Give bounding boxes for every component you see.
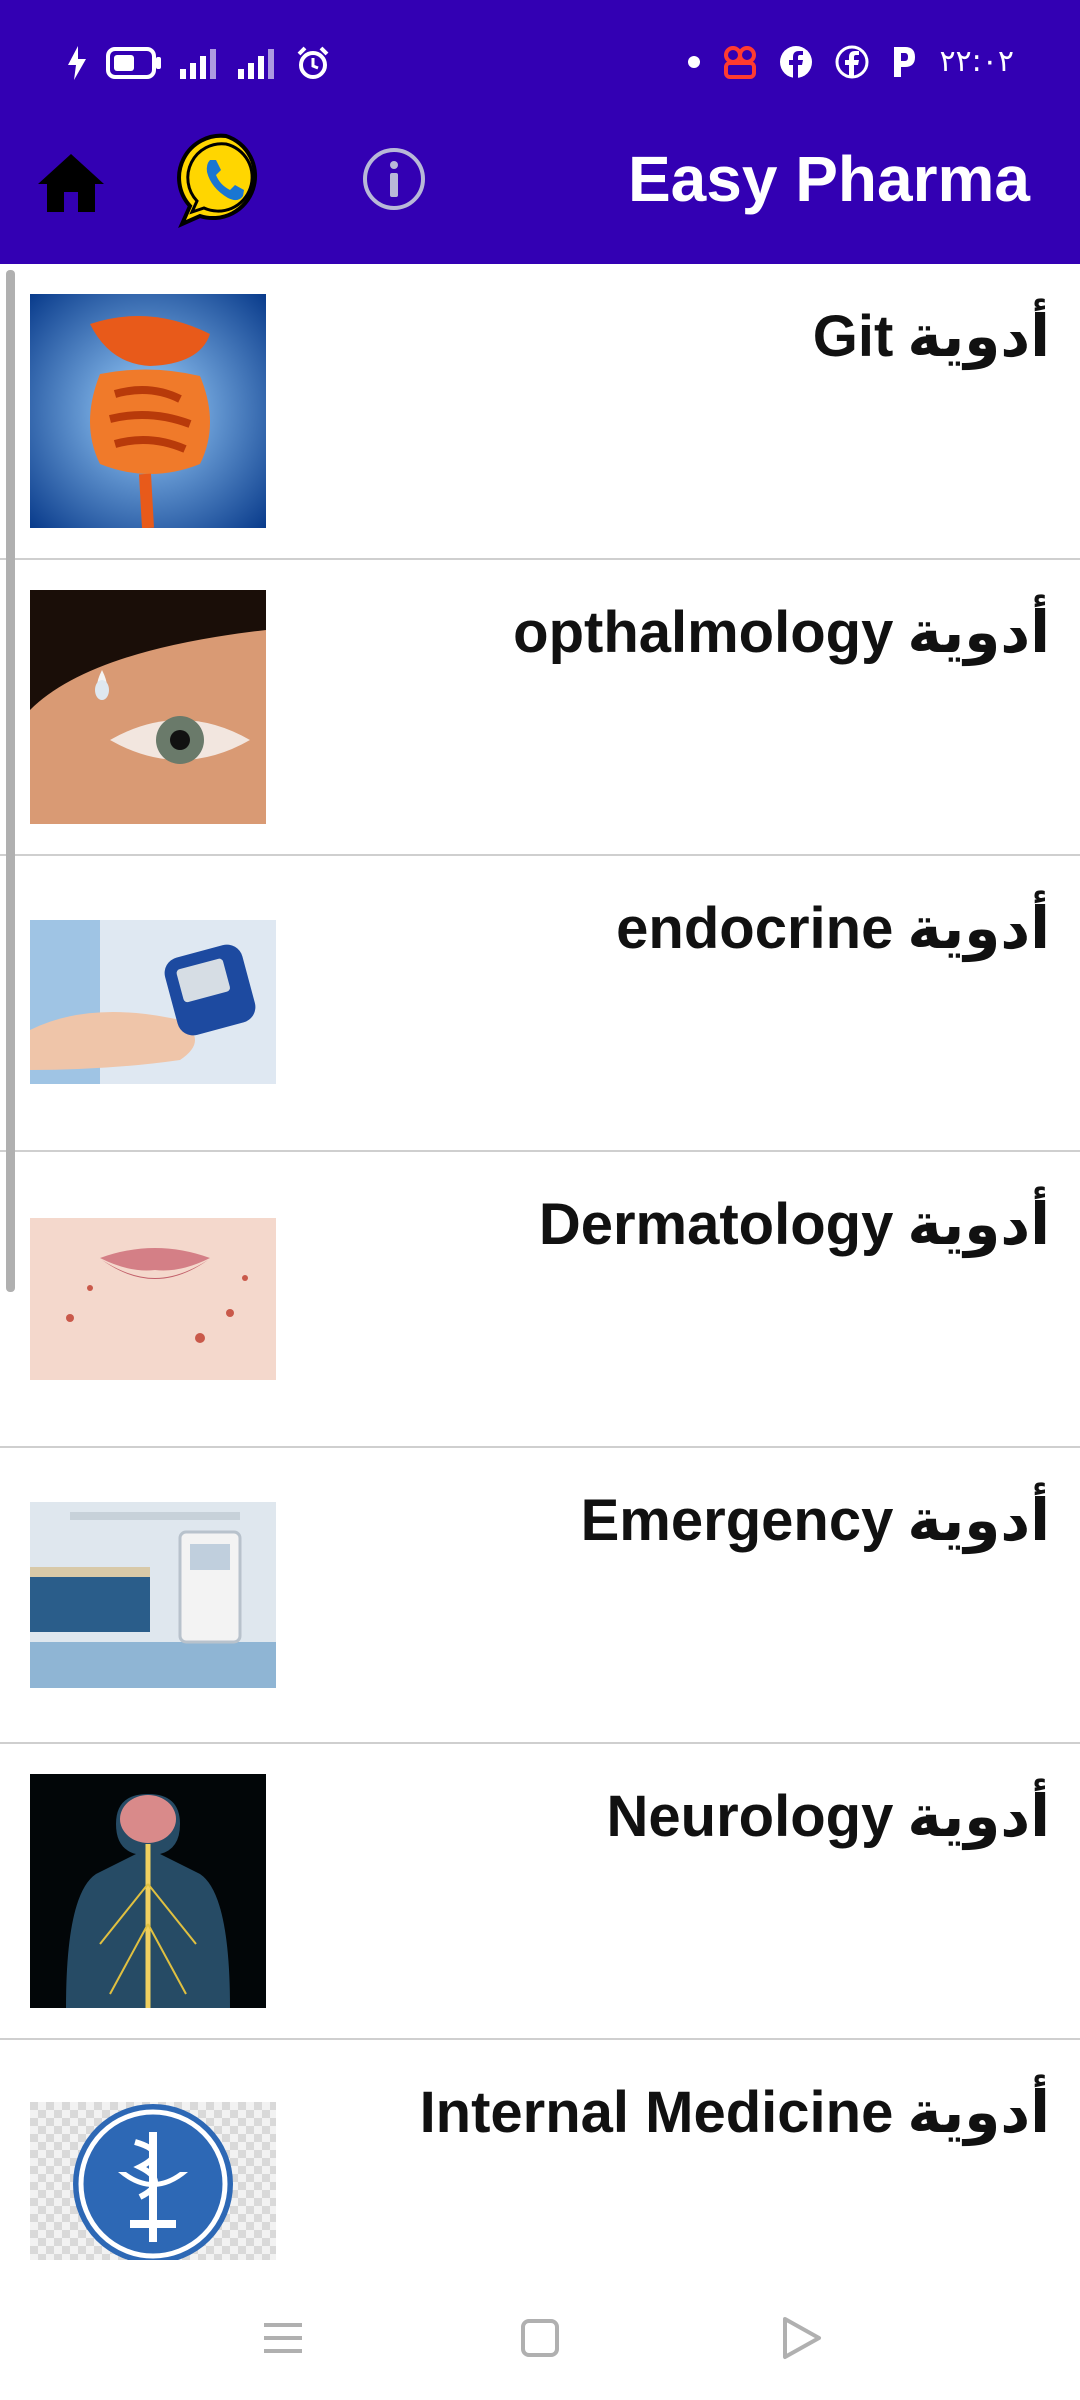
app-notification-icon bbox=[724, 45, 757, 79]
status-time: ٢٢:٠٢ bbox=[939, 44, 1014, 79]
category-row-opthalmology[interactable]: opthalmology أدوية bbox=[0, 560, 1080, 856]
whatsapp-icon[interactable] bbox=[176, 130, 276, 230]
parking-app-icon bbox=[894, 46, 916, 77]
status-bar: ٢٢:٠٢ bbox=[0, 0, 1080, 120]
eye-drop-image bbox=[30, 590, 266, 824]
signal-icon bbox=[180, 49, 216, 79]
scrollbar[interactable] bbox=[6, 270, 15, 1292]
category-row-emergency[interactable]: Emergency أدوية bbox=[0, 1448, 1080, 1744]
category-thumbnail bbox=[30, 2102, 276, 2260]
facebook-icon bbox=[835, 45, 869, 78]
category-thumbnail bbox=[30, 1502, 276, 1688]
category-row-internal-medicine[interactable]: Internal Medicine أدوية bbox=[0, 2040, 1080, 2269]
category-label: Internal Medicine أدوية bbox=[419, 2078, 1050, 2146]
category-thumbnail bbox=[30, 1218, 276, 1380]
system-nav-bar bbox=[0, 2269, 1080, 2400]
intestine-image bbox=[30, 294, 266, 528]
signal-icon bbox=[238, 49, 274, 79]
category-thumbnail bbox=[30, 294, 266, 528]
glucose-meter-image bbox=[30, 920, 276, 1084]
app-title: Easy Pharma bbox=[627, 143, 1030, 215]
category-label: opthalmology أدوية bbox=[513, 598, 1050, 666]
charging-icon bbox=[68, 46, 86, 80]
category-row-endocrine[interactable]: endocrine أدوية bbox=[0, 856, 1080, 1152]
info-icon[interactable] bbox=[361, 146, 427, 212]
category-label: Dermatology أدوية bbox=[538, 1190, 1050, 1258]
battery-icon bbox=[106, 47, 161, 79]
back-triangle-icon[interactable] bbox=[775, 2313, 825, 2363]
status-right-icons: ٢٢:٠٢ bbox=[687, 44, 1014, 79]
notification-dot-icon bbox=[688, 55, 701, 68]
square-icon[interactable] bbox=[515, 2313, 565, 2363]
category-list[interactable]: Git أدوية opthalmology أدوية endocrine أ… bbox=[0, 264, 1080, 2269]
category-label: Neurology أدوية bbox=[606, 1782, 1050, 1850]
facebook-icon bbox=[780, 45, 813, 78]
skin-face-image bbox=[30, 1218, 276, 1380]
category-label: Emergency أدوية bbox=[580, 1486, 1050, 1554]
category-row-neurology[interactable]: Neurology أدوية bbox=[0, 1744, 1080, 2040]
status-left-icons bbox=[66, 46, 330, 80]
pharmacy-logo-image bbox=[30, 2102, 276, 2260]
app-bar: Easy Pharma bbox=[0, 120, 1080, 264]
nervous-system-image bbox=[30, 1774, 266, 2008]
category-row-git[interactable]: Git أدوية bbox=[0, 264, 1080, 560]
hospital-room-image bbox=[30, 1502, 276, 1688]
home-icon[interactable] bbox=[36, 148, 106, 218]
alarm-icon bbox=[297, 46, 329, 79]
category-thumbnail bbox=[30, 590, 266, 824]
menu-icon[interactable] bbox=[258, 2313, 308, 2363]
category-label: Git أدوية bbox=[812, 302, 1050, 370]
category-label: endocrine أدوية bbox=[616, 894, 1050, 962]
category-thumbnail bbox=[30, 1774, 266, 2008]
category-row-dermatology[interactable]: Dermatology أدوية bbox=[0, 1152, 1080, 1448]
category-thumbnail bbox=[30, 920, 276, 1084]
